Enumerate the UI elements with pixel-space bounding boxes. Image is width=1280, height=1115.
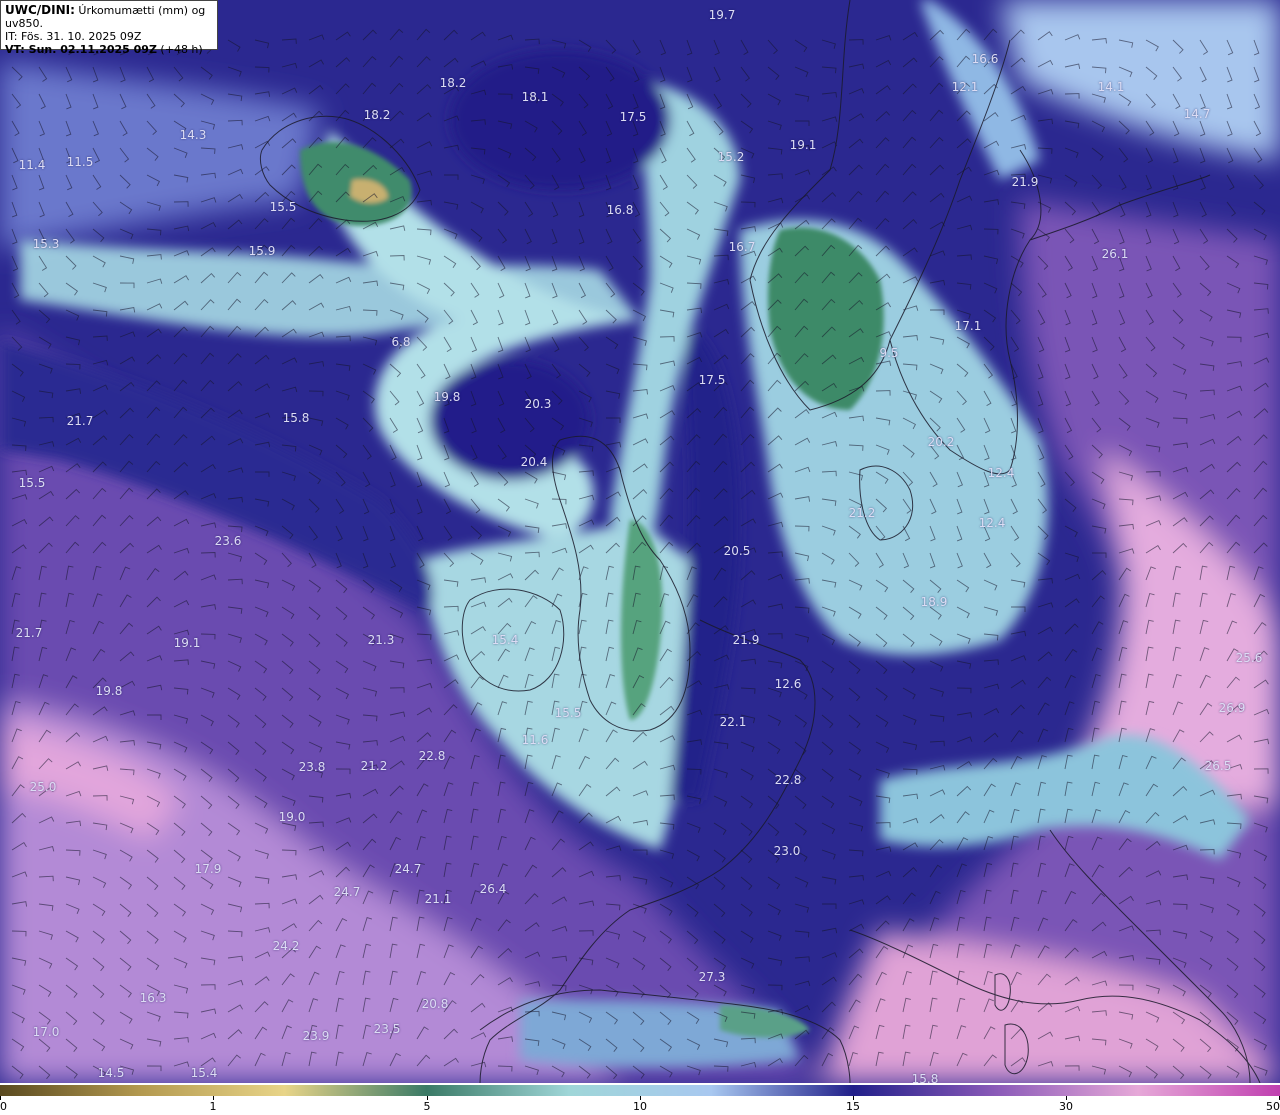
value-label: 22.8 xyxy=(774,773,802,787)
value-label: 14.3 xyxy=(179,128,207,142)
value-label: 18.2 xyxy=(439,76,467,90)
value-label: 19.8 xyxy=(95,684,123,698)
value-label: 21.9 xyxy=(1011,175,1039,189)
value-label: 27.3 xyxy=(698,970,726,984)
header-title-line: UWC/DINI: Úrkomumætti (mm) og uv850. xyxy=(5,3,213,31)
colorbar-tick-label: 10 xyxy=(633,1100,647,1113)
value-label: 24.7 xyxy=(333,885,361,899)
colorbar-tick-mark xyxy=(640,1096,641,1100)
value-label: 25.6 xyxy=(1235,651,1263,665)
value-label: 26.1 xyxy=(1101,247,1129,261)
value-label: 19.1 xyxy=(789,138,817,152)
value-label: 18.9 xyxy=(920,595,948,609)
model-name: UWC/DINI: xyxy=(5,3,75,17)
value-label: 12.4 xyxy=(978,516,1006,530)
value-label: 16.6 xyxy=(971,52,999,66)
weather-map xyxy=(0,0,1280,1083)
value-label: 21.2 xyxy=(360,759,388,773)
value-label: 15.4 xyxy=(491,633,519,647)
value-label: 6.8 xyxy=(391,335,411,349)
value-label: 17.9 xyxy=(194,862,222,876)
value-label: 15.3 xyxy=(32,237,60,251)
vortex-core-central xyxy=(430,360,590,480)
value-label: 21.1 xyxy=(424,892,452,906)
value-label: 17.0 xyxy=(32,1025,60,1039)
value-label: 22.8 xyxy=(418,749,446,763)
colorbar-tick-label: 1 xyxy=(209,1100,217,1113)
value-label: 15.8 xyxy=(282,411,310,425)
value-label: 23.9 xyxy=(302,1029,330,1043)
value-label: 21.2 xyxy=(848,506,876,520)
value-label: 12.1 xyxy=(951,80,979,94)
value-label: 9.5 xyxy=(879,346,899,360)
colorbar-tick-mark xyxy=(213,1096,214,1100)
value-label: 11.5 xyxy=(66,155,94,169)
map-header: UWC/DINI: Úrkomumætti (mm) og uv850. IT:… xyxy=(0,0,218,56)
value-label: 15.4 xyxy=(190,1066,218,1080)
value-label: 12.4 xyxy=(987,466,1015,480)
value-label: 19.8 xyxy=(433,390,461,404)
value-label: 18.2 xyxy=(363,108,391,122)
value-label: 16.8 xyxy=(606,203,634,217)
colorbar-tick-label: 30 xyxy=(1059,1100,1073,1113)
value-label: 14.1 xyxy=(1097,80,1125,94)
value-label: 14.5 xyxy=(97,1066,125,1080)
value-label: 16.7 xyxy=(728,240,756,254)
value-label: 24.2 xyxy=(272,939,300,953)
value-label: 14.7 xyxy=(1183,107,1211,121)
value-label: 21.7 xyxy=(15,626,43,640)
value-label: 26.9 xyxy=(1218,701,1246,715)
value-label: 21.9 xyxy=(732,633,760,647)
value-label: 23.8 xyxy=(298,760,326,774)
value-label: 26.5 xyxy=(1204,759,1232,773)
value-label: 20.5 xyxy=(723,544,751,558)
colorbar-tick-label: 0 xyxy=(0,1100,7,1113)
value-label: 15.5 xyxy=(269,200,297,214)
colorbar-tick-label: 15 xyxy=(846,1100,860,1113)
lead-time: (+48 h) xyxy=(156,43,203,56)
value-label: 17.1 xyxy=(954,319,982,333)
value-label: 22.1 xyxy=(719,715,747,729)
value-label: 20.3 xyxy=(524,397,552,411)
header-init-time: IT: Fös. 31. 10. 2025 09Z xyxy=(5,30,142,43)
value-label: 19.7 xyxy=(708,8,736,22)
value-label: 15.5 xyxy=(554,706,582,720)
valid-time: VT: Sun. 02.11.2025 09Z xyxy=(5,43,157,56)
value-label: 19.1 xyxy=(173,636,201,650)
colorbar-tick-mark xyxy=(427,1096,428,1100)
value-label: 11.4 xyxy=(18,158,46,172)
value-label: 17.5 xyxy=(619,110,647,124)
value-label: 23.6 xyxy=(214,534,242,548)
value-label: 11.6 xyxy=(521,733,549,747)
value-label: 23.0 xyxy=(773,844,801,858)
colorbar-tick-label: 50 xyxy=(1266,1100,1280,1113)
value-label: 15.9 xyxy=(248,244,276,258)
value-label: 12.6 xyxy=(774,677,802,691)
colorbar-tick-mark xyxy=(853,1096,854,1100)
value-label: 20.8 xyxy=(421,997,449,1011)
value-label: 15.2 xyxy=(717,150,745,164)
colorbar-gradient xyxy=(0,1085,1280,1096)
value-label: 20.4 xyxy=(520,455,548,469)
colorbar: 0 1 5 10 15 30 50 xyxy=(0,1083,1280,1115)
colorbar-tick-mark xyxy=(0,1096,1,1100)
header-valid-time-line: VT: Sun. 02.11.2025 09Z (+48 h) xyxy=(5,43,213,56)
value-label: 26.4 xyxy=(479,882,507,896)
value-label: 18.1 xyxy=(521,90,549,104)
colorbar-tick-label: 5 xyxy=(423,1100,431,1113)
value-label: 25.0 xyxy=(29,780,57,794)
value-label: 16.3 xyxy=(139,991,167,1005)
value-label: 23.5 xyxy=(373,1022,401,1036)
value-label: 19.0 xyxy=(278,810,306,824)
map-canvas xyxy=(0,0,1280,1083)
value-label: 21.3 xyxy=(367,633,395,647)
value-label: 21.7 xyxy=(66,414,94,428)
value-label: 20.2 xyxy=(927,435,955,449)
value-label: 17.5 xyxy=(698,373,726,387)
value-label: 24.7 xyxy=(394,862,422,876)
colorbar-tick-mark xyxy=(1066,1096,1067,1100)
value-label: 15.5 xyxy=(18,476,46,490)
